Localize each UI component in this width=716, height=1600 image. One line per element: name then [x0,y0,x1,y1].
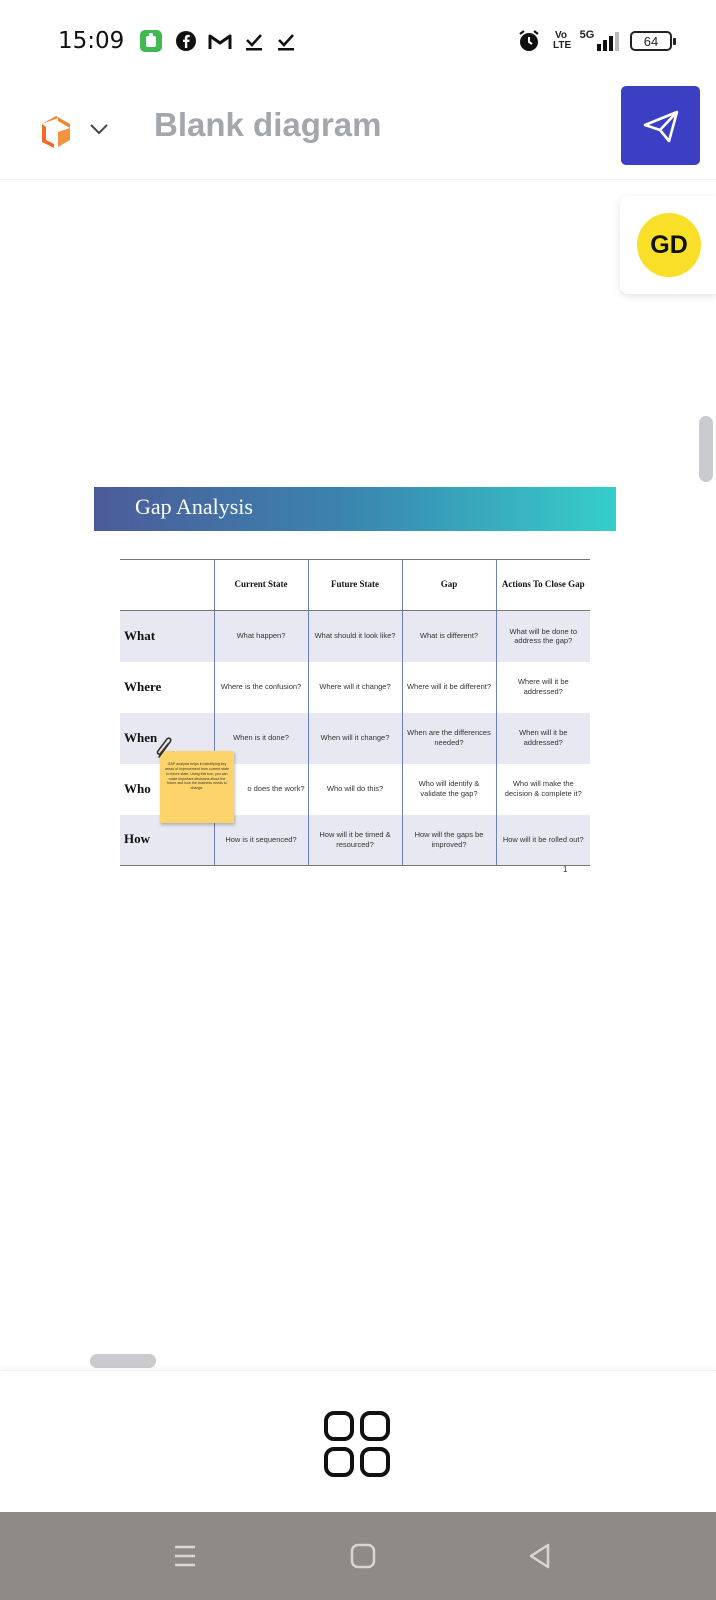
table-cell: How will it be timed & resourced? [307,814,402,866]
table-cell: When will it be addressed? [495,712,590,764]
canvas-slide[interactable]: Gap Analysis Current State Future State … [94,487,616,877]
table-row: What What happen? What should it look li… [120,610,590,662]
download-done-icon [274,28,298,54]
table-cell: Who will make the decision & complete it… [495,763,590,815]
table-cell: How will the gaps be improved? [401,814,496,866]
bottom-toolbar [0,1370,716,1512]
home-icon[interactable] [345,1538,381,1574]
slide-banner: Gap Analysis [94,487,616,531]
table-cell: When are the differences needed? [401,712,496,764]
table-cell: Where will it change? [307,661,402,713]
app-notification-icon [137,28,164,54]
back-icon[interactable] [522,1538,558,1574]
slide-page-number: 1 [563,865,568,874]
table-cell: Where is the confusion? [213,661,308,713]
lucid-logo-icon[interactable] [36,110,76,150]
slide-title: Gap Analysis [135,494,253,519]
network-label: 5G [579,29,595,41]
document-title[interactable]: Blank diagram [154,106,381,144]
paperclip-icon [154,735,176,761]
download-done-icon [242,28,266,54]
paper-plane-icon [643,110,678,142]
table-header-cell: Future State [307,559,402,611]
table-header-cell [120,559,214,611]
share-button[interactable] [621,86,700,165]
table-row: Where Where is the confusion? Where will… [120,661,590,713]
table-cell: Who will identify & validate the gap? [401,763,496,815]
horizontal-scrollbar[interactable] [90,1354,156,1368]
sticky-note[interactable]: GAP analysis helps in identifying key ar… [160,751,234,823]
table-cell: Who will do this? [307,763,402,815]
gmail-icon [206,28,234,54]
table-cell: Where will it be different? [401,661,496,713]
recent-apps-icon[interactable] [167,1538,203,1574]
table-header-row: Current State Future State Gap Actions T… [120,559,590,611]
table-cell: What will be done to address the gap? [495,610,590,662]
table-cell: What should it look like? [307,610,402,662]
volte-label: Vo LTE [553,30,572,51]
volte-icon: Vo LTE [549,28,573,54]
table-header-cell: Gap [401,559,496,611]
vertical-scrollbar[interactable] [699,416,713,482]
chevron-down-icon[interactable] [88,118,110,140]
table-cell: How will it be rolled out? [495,814,590,866]
shapes-grid-icon[interactable] [322,1409,392,1479]
avatar[interactable]: GD [637,213,701,277]
table-header-cell: Actions To Close Gap [495,559,590,611]
app-header: Blank diagram [0,80,716,180]
table-cell: What is different? [401,610,496,662]
collaborator-panel[interactable]: GD [620,196,716,294]
table-cell: What happen? [213,610,308,662]
navigation-bar [0,1512,716,1600]
table-cell: When will it change? [307,712,402,764]
table-cell: Where will it be addressed? [495,661,590,713]
battery-indicator: 64 [630,31,676,51]
row-label: Where [124,678,162,694]
status-bar: 15:09 Vo LTE 5G 64 [0,0,716,80]
table-header-cell: Current State [213,559,308,611]
status-time: 15:09 [58,28,125,54]
alarm-icon [516,28,542,54]
row-label: What [124,627,156,643]
facebook-icon [173,28,199,54]
5g-signal-icon: 5G [578,28,622,54]
